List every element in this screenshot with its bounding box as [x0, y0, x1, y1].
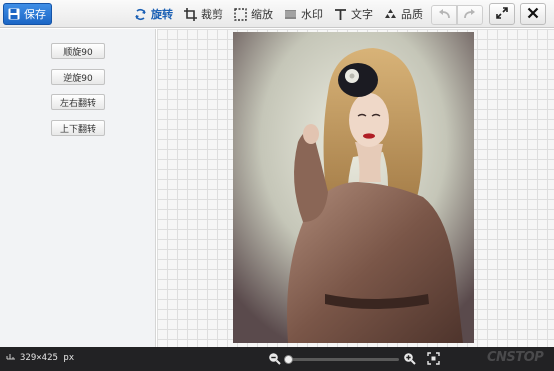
fit-to-screen-button[interactable] — [427, 352, 440, 368]
text-icon — [334, 8, 347, 21]
fullscreen-button[interactable] — [489, 3, 515, 25]
floppy-disk-icon — [8, 8, 20, 20]
redo-icon — [464, 8, 476, 22]
tool-resize[interactable]: 缩放 — [234, 6, 273, 22]
tool-resize-label: 缩放 — [251, 8, 273, 21]
quality-icon — [384, 8, 397, 21]
close-button[interactable] — [520, 3, 546, 25]
flip-horizontal-button[interactable]: 左右翻转 — [51, 94, 105, 110]
tool-quality[interactable]: 品质 — [384, 6, 423, 22]
save-button[interactable]: 保存 — [3, 3, 52, 25]
tool-quality-label: 品质 — [401, 8, 423, 21]
tool-rotate-label: 旋转 — [151, 8, 173, 21]
toolbar: 保存 旋转 裁剪 缩放 水印 文字 品质 — [0, 0, 554, 28]
rotate-options-panel: 顺旋90 逆旋90 左右翻转 上下翻转 — [0, 29, 156, 347]
rotate-clockwise-button[interactable]: 顺旋90 — [51, 43, 105, 59]
fit-to-screen-icon — [427, 352, 440, 368]
status-bar: 329×425 px CNSTOP — [0, 347, 554, 371]
flip-vertical-button[interactable]: 上下翻转 — [51, 120, 105, 136]
tool-text[interactable]: 文字 — [334, 6, 373, 22]
undo-button[interactable] — [431, 5, 457, 25]
tool-text-label: 文字 — [351, 8, 373, 21]
undo-icon — [438, 8, 450, 22]
rotate-icon — [134, 8, 147, 21]
resize-icon — [234, 7, 247, 21]
image-size-label: 329×425 px — [20, 352, 75, 363]
tool-rotate[interactable]: 旋转 — [134, 6, 173, 22]
rotate-counterclockwise-button[interactable]: 逆旋90 — [51, 69, 105, 85]
close-icon — [527, 7, 539, 22]
tool-strip: 旋转 裁剪 缩放 水印 文字 品质 — [134, 4, 434, 24]
redo-button[interactable] — [457, 5, 483, 25]
zoom-slider-handle[interactable] — [284, 355, 294, 364]
zoom-out-icon — [268, 353, 281, 368]
brand-logo: CNSTOP — [487, 350, 544, 365]
tool-crop-label: 裁剪 — [201, 8, 223, 21]
tool-watermark[interactable]: 水印 — [284, 6, 323, 22]
editor-canvas[interactable] — [157, 29, 554, 347]
image-size-readout: 329×425 px — [6, 352, 74, 363]
size-icon — [6, 352, 16, 363]
fullscreen-icon — [496, 6, 508, 22]
zoom-in-icon — [403, 353, 416, 368]
zoom-in-button[interactable] — [403, 352, 416, 368]
zoom-slider[interactable] — [284, 355, 399, 364]
watermark-icon — [284, 8, 297, 21]
tool-crop[interactable]: 裁剪 — [184, 6, 223, 22]
save-label: 保存 — [24, 8, 46, 21]
edited-photo — [233, 32, 474, 343]
tool-watermark-label: 水印 — [301, 8, 323, 21]
zoom-out-button[interactable] — [268, 352, 281, 368]
crop-icon — [184, 7, 197, 21]
